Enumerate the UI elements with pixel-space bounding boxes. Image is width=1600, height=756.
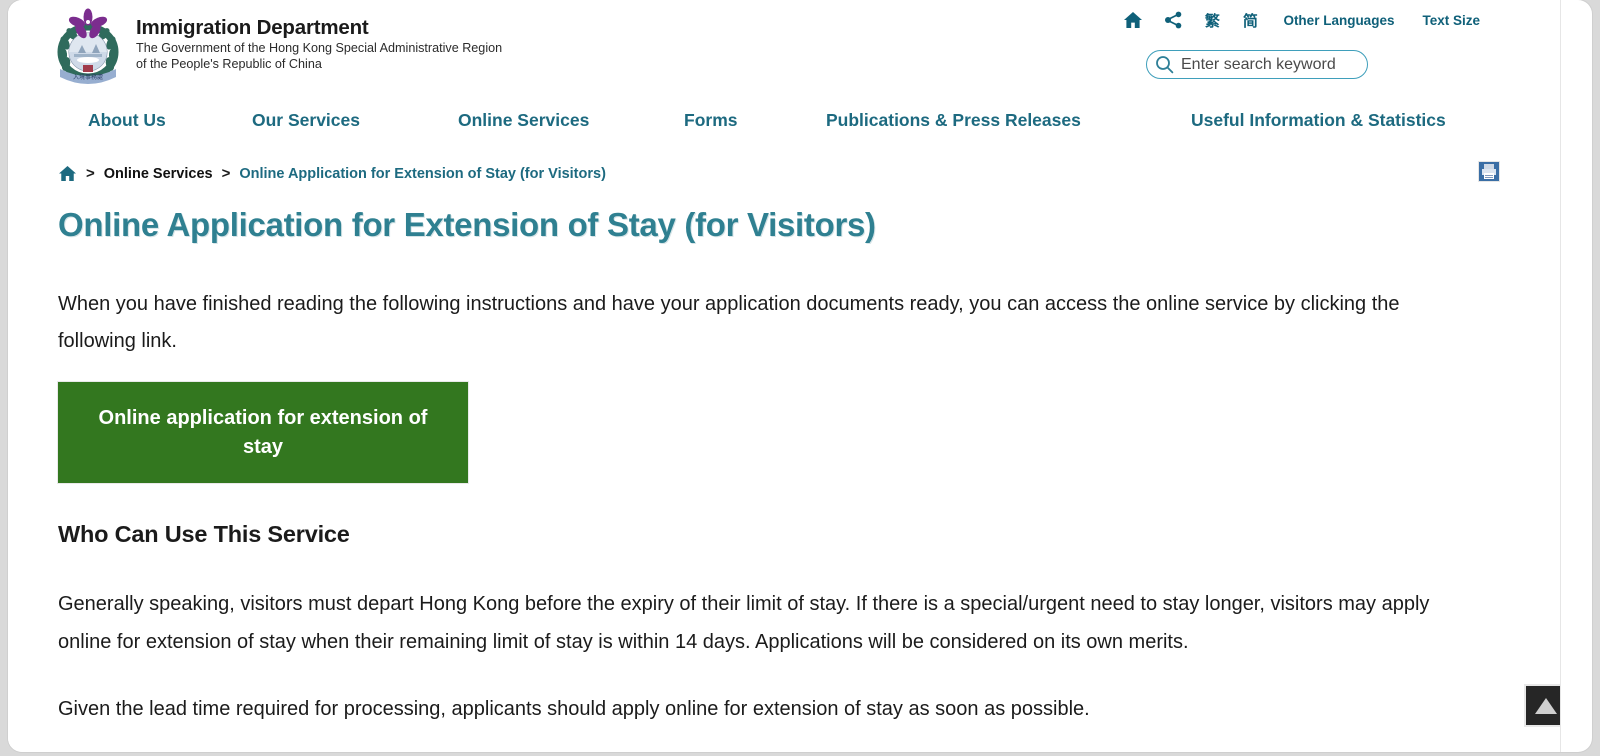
site-logo[interactable]: 入境事務處 Immigration Department The Governm… [54, 7, 502, 87]
section-heading-who-can-use: Who Can Use This Service [58, 521, 350, 548]
vertical-scrollbar[interactable] [1560, 0, 1576, 752]
breadcrumb-separator-1: > [86, 165, 95, 182]
nav-item-our-services[interactable]: Our Services [252, 110, 360, 131]
utility-share-link[interactable] [1153, 11, 1193, 29]
org-name: Immigration Department [136, 16, 369, 39]
triangle-up-icon [1534, 697, 1557, 714]
search-input[interactable] [1181, 55, 1367, 74]
paragraph-lead-time: Given the lead time required for process… [58, 697, 1090, 720]
breadcrumb-separator-2: > [221, 165, 231, 182]
utility-lang-simplified[interactable]: 简 [1231, 10, 1269, 31]
nav-item-publications[interactable]: Publications & Press Releases [826, 110, 1081, 131]
nav-item-useful-info[interactable]: Useful Information & Statistics [1191, 110, 1446, 131]
utility-home-link[interactable] [1113, 11, 1153, 29]
utility-text-size[interactable]: Text Size [1408, 13, 1494, 28]
main-navigation: About Us Our Services Online Services Fo… [8, 104, 1528, 136]
intro-paragraph: When you have finished reading the follo… [58, 293, 1400, 353]
main-content: When you have finished reading the follo… [58, 286, 1478, 728]
utility-nav: 繁 简 Other Languages Text Size [1113, 8, 1494, 32]
hksar-bauhinia-emblem-icon: 入境事務處 [57, 8, 119, 84]
browser-window: 入境事務處 Immigration Department The Governm… [8, 0, 1592, 752]
online-application-button[interactable]: Online application for extension of stay [58, 382, 468, 484]
utility-lang-traditional[interactable]: 繁 [1193, 10, 1231, 31]
breadcrumb: > Online Services > Online Application f… [58, 165, 606, 182]
search-box[interactable] [1146, 50, 1368, 79]
home-icon [59, 165, 76, 182]
search-icon [1147, 55, 1181, 74]
page-viewport: 入境事務處 Immigration Department The Governm… [8, 0, 1576, 752]
share-icon [1164, 11, 1182, 29]
scrollbar-thumb[interactable] [1564, 2, 1573, 302]
org-subtitle-line1: The Government of the Hong Kong Special … [136, 40, 503, 55]
print-icon[interactable] [1478, 161, 1500, 182]
page-title: Online Application for Extension of Stay… [58, 206, 876, 243]
breadcrumb-home-link[interactable] [58, 165, 77, 182]
svg-text:入境事務處: 入境事務處 [73, 73, 103, 81]
breadcrumb-item-current-page[interactable]: Online Application for Extension of Stay… [239, 166, 606, 182]
org-text-block: Immigration Department The Government of… [136, 7, 502, 73]
breadcrumb-item-online-services[interactable]: Online Services [104, 166, 213, 182]
nav-item-online-services[interactable]: Online Services [458, 110, 589, 131]
nav-item-about-us[interactable]: About Us [88, 110, 166, 131]
nav-item-forms[interactable]: Forms [684, 110, 737, 131]
utility-other-languages[interactable]: Other Languages [1269, 13, 1408, 28]
paragraph-who-can-use: Generally speaking, visitors must depart… [58, 593, 1430, 653]
org-subtitle-line2: of the People's Republic of China [136, 57, 322, 72]
home-icon [1124, 12, 1143, 28]
